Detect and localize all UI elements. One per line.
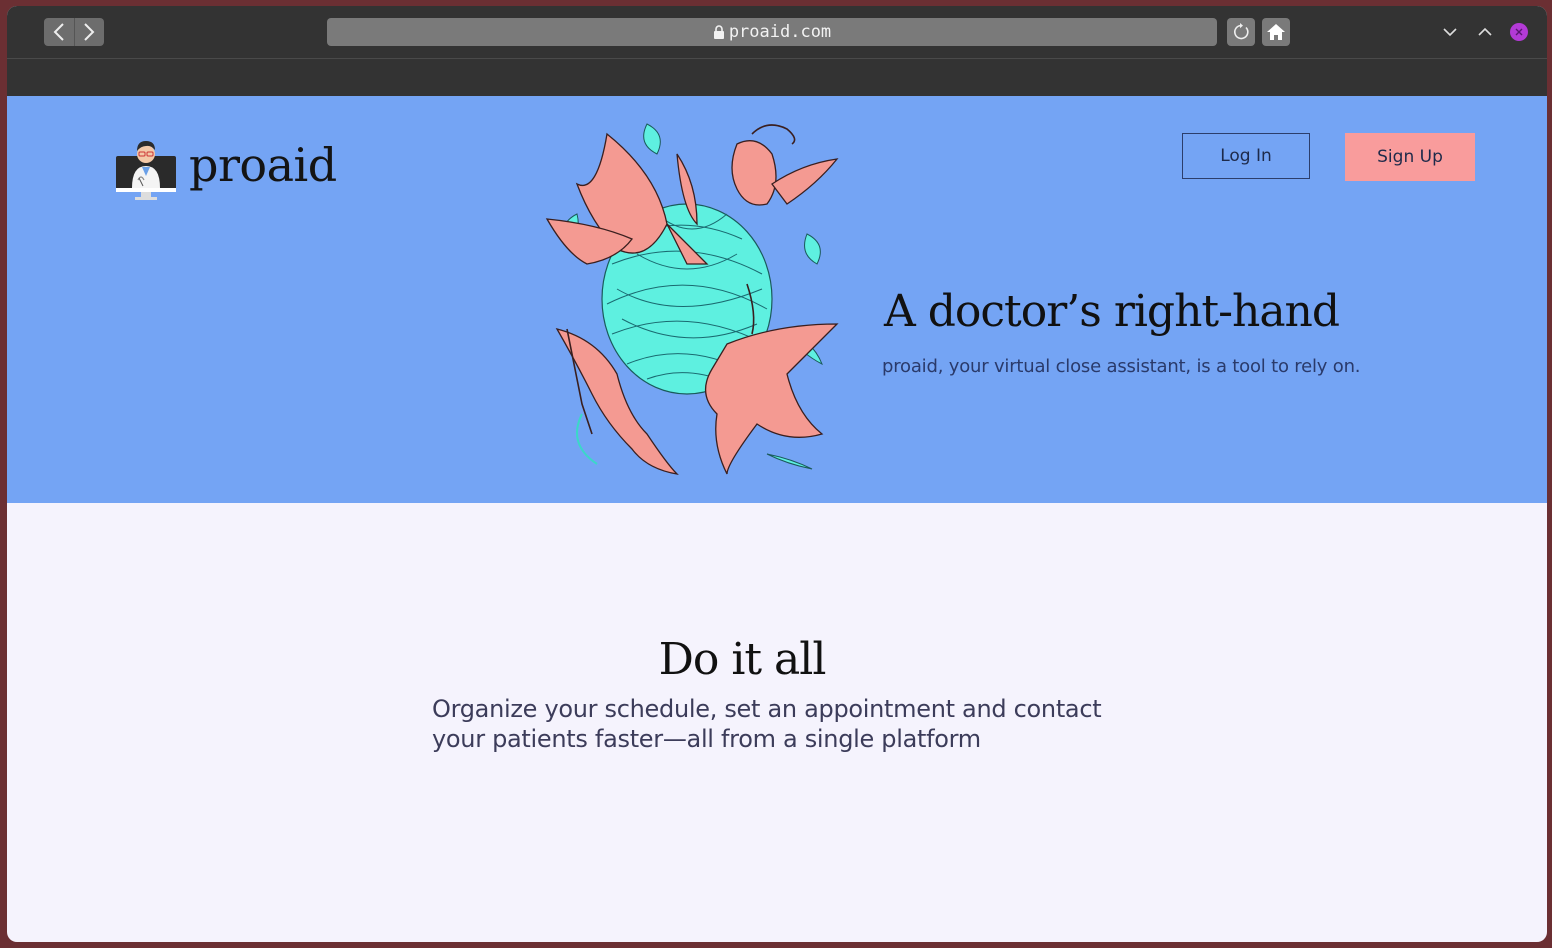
signup-button[interactable]: Sign Up [1345,133,1475,181]
maximize-button[interactable] [1475,22,1495,42]
nav-buttons [44,18,104,46]
logo[interactable]: proaid [115,136,337,202]
hero-subtitle: proaid, your virtual close assistant, is… [882,356,1361,377]
browser-toolbar: proaid.com [7,6,1547,96]
home-button[interactable] [1262,18,1290,46]
home-icon [1267,24,1285,40]
reload-icon [1234,23,1249,40]
chevron-up-icon [1478,27,1492,36]
forward-icon [84,23,95,41]
minimize-button[interactable] [1440,22,1460,42]
address-bar[interactable]: proaid.com [327,18,1217,46]
logo-text: proaid [189,138,337,192]
back-icon [53,23,64,41]
birds-nest-illustration [537,114,847,489]
browser-window: proaid.com proaid Log In Sign Up A docto… [7,6,1547,942]
features-title: Do it all [658,634,827,685]
lock-icon [713,24,725,40]
url-text: proaid.com [728,22,832,42]
features-text: Organize your schedule, set an appointme… [432,695,1102,753]
back-button[interactable] [44,18,74,46]
login-button[interactable]: Log In [1182,133,1310,179]
hero-section: proaid Log In Sign Up A doctor’s right-h… [7,96,1547,503]
forward-button[interactable] [75,18,105,46]
close-icon [1515,28,1523,36]
reload-button[interactable] [1227,18,1255,46]
chevron-down-icon [1443,28,1457,37]
close-button[interactable] [1510,23,1528,41]
toolbar-divider [7,58,1547,59]
doctor-avatar-icon [116,141,176,200]
hero-title: A doctor’s right-hand [884,286,1340,337]
